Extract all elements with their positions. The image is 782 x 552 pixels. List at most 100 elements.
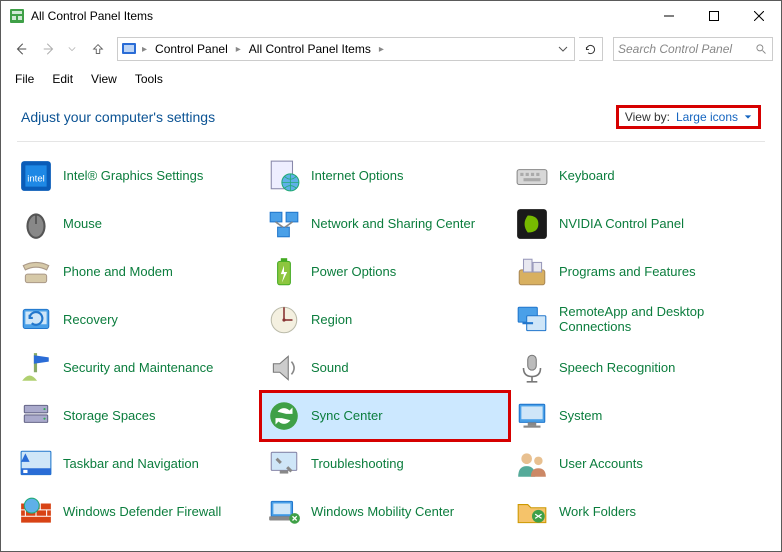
cp-item[interactable]: Storage Spaces [13, 392, 261, 440]
control-panel-icon [9, 8, 25, 24]
cp-item[interactable]: Recovery [13, 296, 261, 344]
cp-item-label: Recovery [63, 313, 118, 328]
back-button[interactable] [9, 37, 33, 61]
cp-item-label: Power Options [311, 265, 396, 280]
cp-item-label: Internet Options [311, 169, 404, 184]
breadcrumb-label: All Control Panel Items [243, 42, 377, 56]
cp-item[interactable]: Windows Defender Firewall [13, 488, 261, 536]
menu-file[interactable]: File [7, 70, 42, 88]
content-area: Adjust your computer's settings View by:… [1, 91, 781, 538]
menu-edit[interactable]: Edit [44, 70, 81, 88]
history-dropdown[interactable] [65, 37, 79, 61]
cp-item-label: Windows Defender Firewall [63, 505, 221, 520]
close-button[interactable] [736, 1, 781, 31]
breadcrumb-label: Control Panel [149, 42, 234, 56]
cp-item-label: Network and Sharing Center [311, 217, 475, 232]
cp-item-label: Keyboard [559, 169, 615, 184]
cp-item-label: Region [311, 313, 352, 328]
cp-item[interactable]: Taskbar and Navigation [13, 440, 261, 488]
remoteapp-and-desktop-connections-icon [515, 303, 549, 337]
menu-view[interactable]: View [83, 70, 125, 88]
control-panel-icon [120, 40, 138, 58]
cp-item-label: Troubleshooting [311, 457, 404, 472]
divider [17, 141, 765, 142]
maximize-button[interactable] [691, 1, 736, 31]
cp-item[interactable]: System [509, 392, 757, 440]
forward-button[interactable] [37, 37, 61, 61]
cp-item[interactable]: Sound [261, 344, 509, 392]
cp-item-label: System [559, 409, 602, 424]
cp-item[interactable]: Troubleshooting [261, 440, 509, 488]
cp-item[interactable]: Region [261, 296, 509, 344]
cp-item[interactable]: Security and Maintenance [13, 344, 261, 392]
content-header: Adjust your computer's settings View by:… [1, 91, 781, 137]
view-by-control[interactable]: View by: Large icons [616, 105, 761, 129]
page-title: Adjust your computer's settings [21, 109, 616, 125]
work-folders-icon [515, 495, 549, 529]
view-by-label: View by: [625, 110, 670, 124]
power-options-icon [267, 255, 301, 289]
cp-item[interactable]: Sync Center [261, 392, 509, 440]
chevron-down-icon [744, 113, 752, 121]
intel-graphics-settings-icon: intel [19, 159, 53, 193]
cp-item[interactable]: NVIDIA Control Panel [509, 200, 757, 248]
cp-item[interactable]: Speech Recognition [509, 344, 757, 392]
search-placeholder: Search Control Panel [618, 42, 754, 56]
cp-item[interactable]: Power Options [261, 248, 509, 296]
speech-recognition-icon [515, 351, 549, 385]
breadcrumb-item[interactable]: Control Panel [149, 42, 234, 56]
programs-and-features-icon [515, 255, 549, 289]
internet-options-icon [267, 159, 301, 193]
security-and-maintenance-icon [19, 351, 53, 385]
cp-item-label: RemoteApp and Desktop Connections [559, 305, 751, 335]
cp-item[interactable]: Internet Options [261, 152, 509, 200]
breadcrumb-separator[interactable]: ▸ [377, 44, 386, 55]
cp-item[interactable]: Network and Sharing Center [261, 200, 509, 248]
window-title: All Control Panel Items [31, 9, 646, 23]
search-input[interactable]: Search Control Panel [613, 37, 773, 61]
cp-item-label: Taskbar and Navigation [63, 457, 199, 472]
user-accounts-icon [515, 447, 549, 481]
breadcrumb-separator[interactable]: ▸ [140, 44, 149, 55]
refresh-button[interactable] [579, 37, 603, 61]
keyboard-icon [515, 159, 549, 193]
sound-icon [267, 351, 301, 385]
cp-item-label: Security and Maintenance [63, 361, 213, 376]
taskbar-and-navigation-icon [19, 447, 53, 481]
cp-item-label: Speech Recognition [559, 361, 675, 376]
nav-bar: ▸ Control Panel ▸ All Control Panel Item… [1, 31, 781, 67]
cp-item-label: Programs and Features [559, 265, 696, 280]
cp-item[interactable]: Phone and Modem [13, 248, 261, 296]
window-buttons [646, 1, 781, 31]
cp-item-label: Phone and Modem [63, 265, 173, 280]
minimize-button[interactable] [646, 1, 691, 31]
cp-item-label: User Accounts [559, 457, 643, 472]
breadcrumb-separator[interactable]: ▸ [234, 44, 243, 55]
cp-item-label: NVIDIA Control Panel [559, 217, 684, 232]
cp-item[interactable]: User Accounts [509, 440, 757, 488]
breadcrumb-item[interactable]: All Control Panel Items [243, 42, 377, 56]
cp-item-label: Storage Spaces [63, 409, 156, 424]
cp-item[interactable]: Mouse [13, 200, 261, 248]
cp-item[interactable]: Programs and Features [509, 248, 757, 296]
cp-item[interactable]: RemoteApp and Desktop Connections [509, 296, 757, 344]
address-bar[interactable]: ▸ Control Panel ▸ All Control Panel Item… [117, 37, 575, 61]
cp-item[interactable]: Work Folders [509, 488, 757, 536]
address-dropdown[interactable] [554, 44, 572, 54]
cp-item[interactable]: Keyboard [509, 152, 757, 200]
svg-text:intel: intel [27, 173, 45, 184]
sync-center-icon [267, 399, 301, 433]
menu-bar: File Edit View Tools [1, 67, 781, 91]
recovery-icon [19, 303, 53, 337]
cp-item[interactable]: Windows Mobility Center [261, 488, 509, 536]
cp-item-label: Mouse [63, 217, 102, 232]
windows-defender-firewall-icon [19, 495, 53, 529]
menu-tools[interactable]: Tools [127, 70, 171, 88]
region-icon [267, 303, 301, 337]
title-bar: All Control Panel Items [1, 1, 781, 31]
up-button[interactable] [87, 38, 109, 60]
items-grid: intelIntel® Graphics Settings Internet Op… [1, 150, 781, 538]
cp-item-label: Sync Center [311, 409, 383, 424]
cp-item-label: Work Folders [559, 505, 636, 520]
cp-item[interactable]: intelIntel® Graphics Settings [13, 152, 261, 200]
